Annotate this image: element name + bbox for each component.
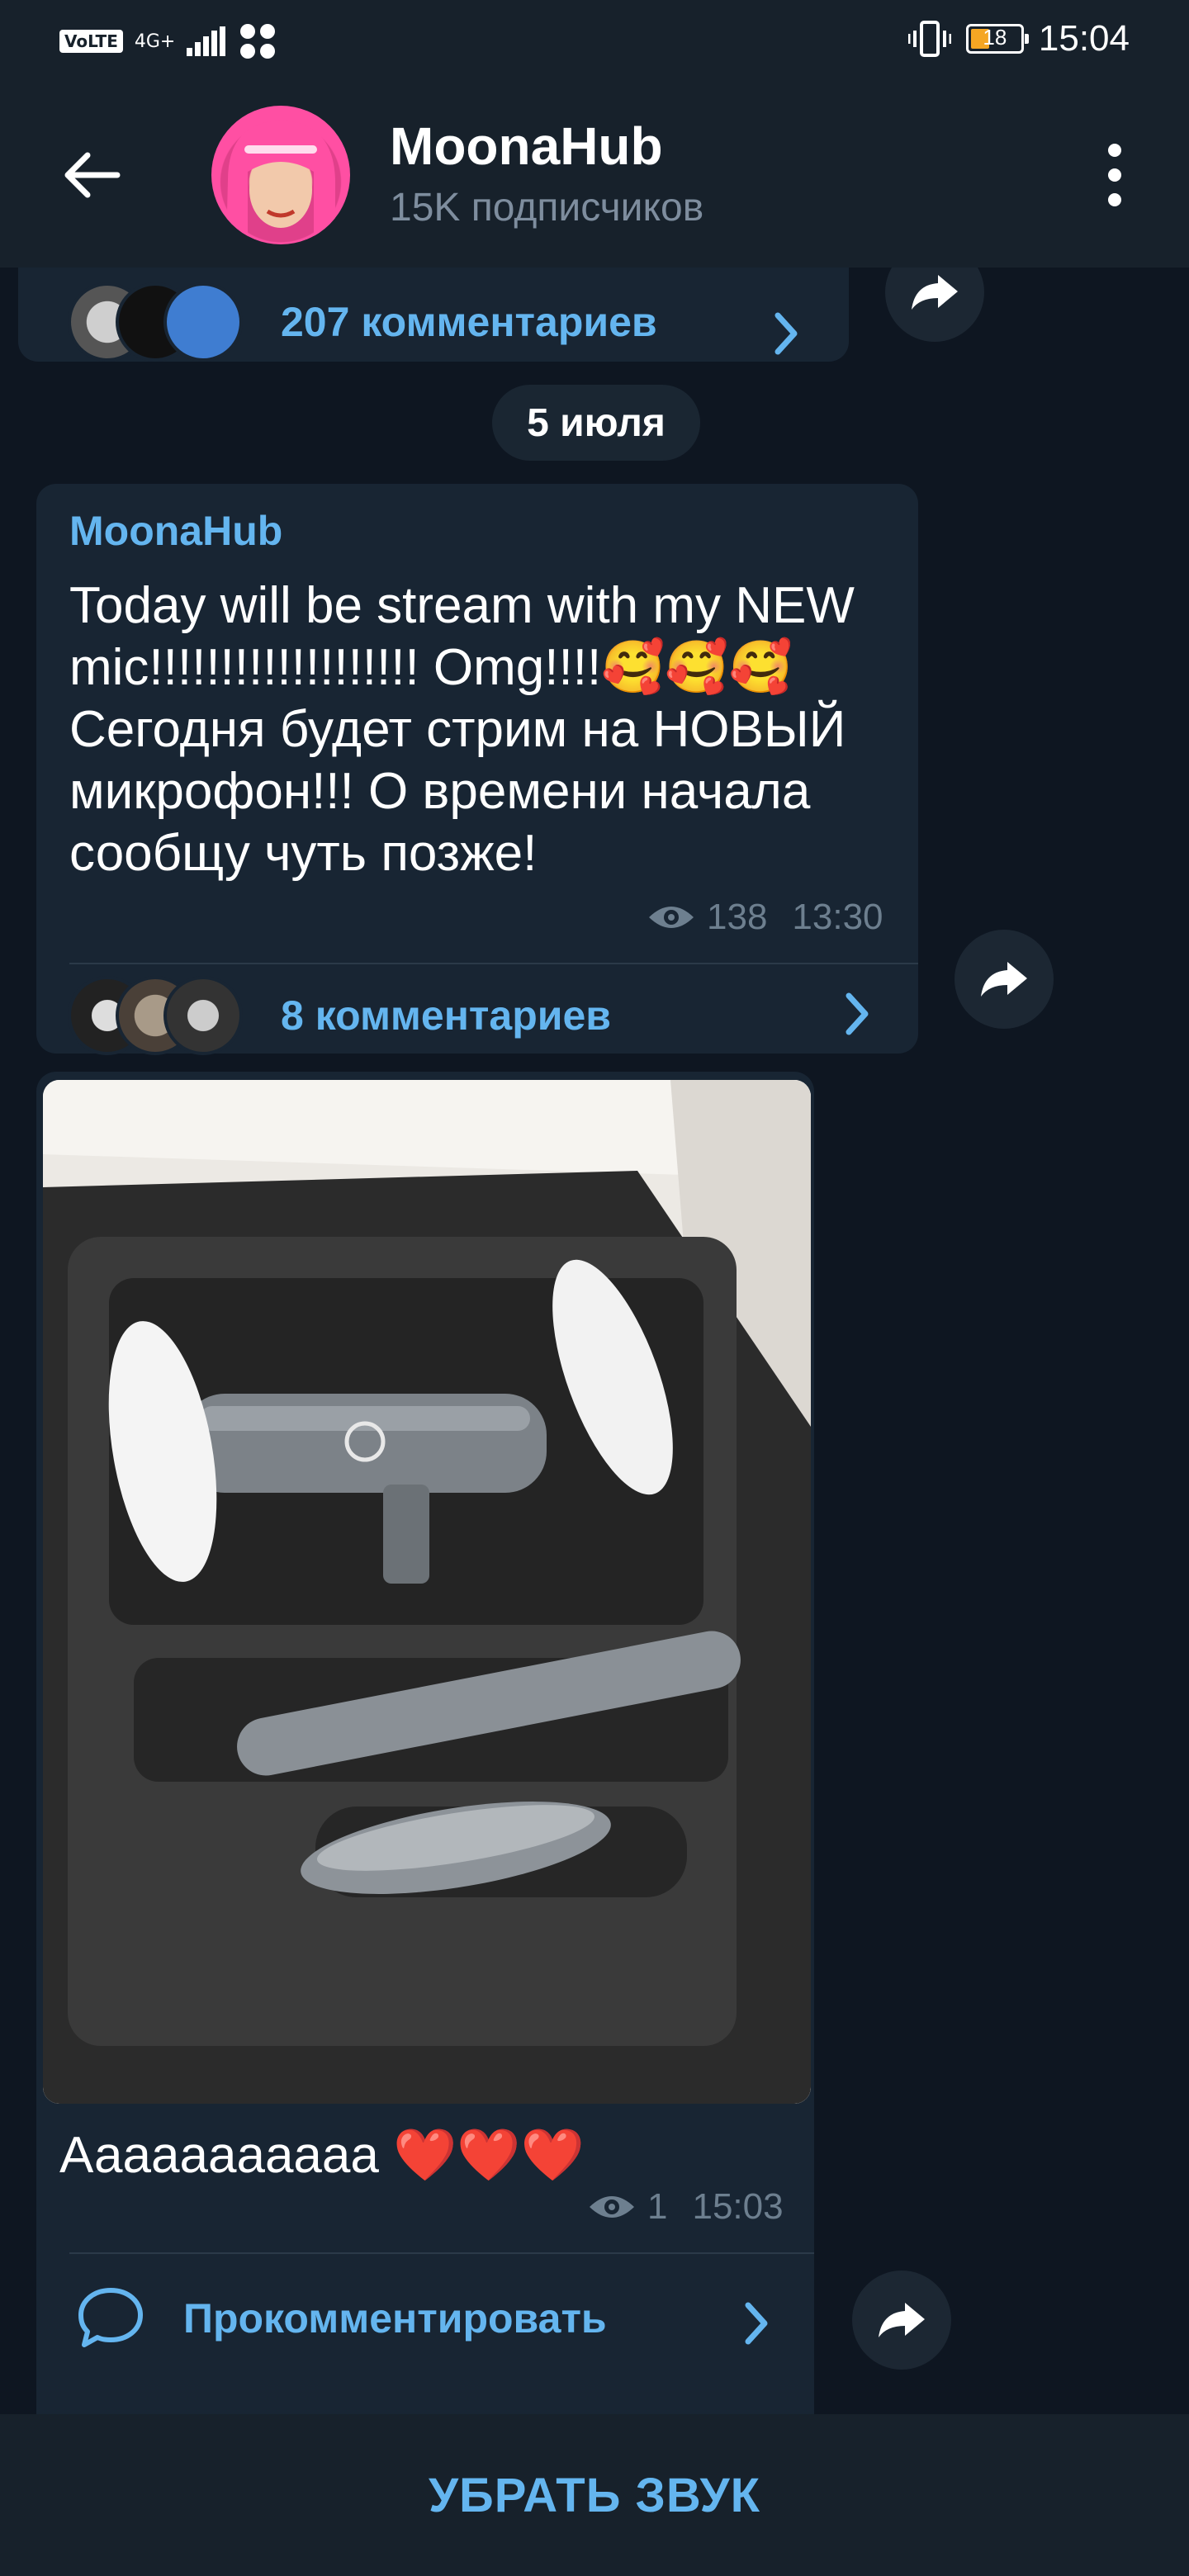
chevron-right-icon[interactable] bbox=[740, 2299, 773, 2348]
channel-avatar[interactable] bbox=[211, 106, 350, 244]
chevron-right-icon[interactable] bbox=[770, 309, 803, 358]
comments-row[interactable]: 8 комментариев bbox=[68, 976, 611, 1055]
share-icon bbox=[879, 2303, 925, 2337]
volte-badge: VoLTE bbox=[59, 30, 123, 53]
post-time: 15:03 bbox=[692, 2186, 784, 2227]
post-text: Today will be stream with my NEW mic!!!!… bbox=[69, 577, 855, 882]
comment-bubble-icon bbox=[78, 2288, 143, 2347]
post-photo[interactable] bbox=[43, 1080, 811, 2104]
post-caption: Ааааааааааа ❤️❤️❤️ bbox=[59, 2127, 585, 2184]
views-count: 138 bbox=[707, 897, 768, 937]
divider bbox=[69, 2252, 814, 2254]
more-menu-button[interactable] bbox=[1098, 144, 1131, 206]
post-author[interactable]: MoonaHub bbox=[69, 507, 282, 555]
comments-count-label: 8 комментариев bbox=[281, 992, 612, 1039]
battery-level: 18 bbox=[983, 25, 1007, 50]
commenter-avatars bbox=[68, 282, 243, 362]
avatar bbox=[163, 282, 243, 362]
network-label: 4G+ bbox=[134, 31, 176, 52]
back-arrow-icon bbox=[64, 152, 121, 198]
share-button[interactable] bbox=[885, 268, 984, 342]
post-bubble[interactable]: 207 комментариев bbox=[18, 268, 849, 362]
vibrate-icon bbox=[907, 21, 951, 57]
share-icon bbox=[981, 962, 1027, 997]
post-meta: 138 13:30 bbox=[647, 897, 883, 938]
leave-comment-row[interactable]: Прокомментировать bbox=[76, 2285, 607, 2351]
status-bar: VoLTE 4G+ 18 15:04 bbox=[0, 0, 1189, 83]
comments-row[interactable]: 207 комментариев bbox=[68, 282, 657, 362]
views-count: 1 bbox=[647, 2186, 668, 2227]
channel-title[interactable]: MoonaHub bbox=[390, 116, 663, 177]
eye-icon bbox=[649, 907, 694, 928]
chat-header: MoonaHub 15K подписчиков bbox=[0, 83, 1189, 268]
more-vert-icon bbox=[1108, 144, 1121, 157]
share-button[interactable] bbox=[852, 2271, 951, 2370]
share-icon bbox=[912, 275, 958, 310]
back-button[interactable] bbox=[58, 142, 124, 208]
post-meta: 1 15:03 bbox=[588, 2186, 784, 2228]
channel-subscribers: 15K подписчиков bbox=[390, 186, 704, 230]
status-left: VoLTE 4G+ bbox=[59, 21, 277, 61]
commenter-avatars bbox=[68, 976, 243, 1055]
mute-button[interactable]: УБРАТЬ ЗВУК bbox=[429, 2468, 760, 2523]
battery-icon: 18 bbox=[965, 24, 1029, 54]
status-time: 15:04 bbox=[1038, 18, 1130, 59]
message-list[interactable]: 207 комментариев 5 июля MoonaHub Today w… bbox=[0, 268, 1189, 2414]
leave-comment-label: Прокомментировать bbox=[183, 2295, 607, 2342]
comments-count-label: 207 комментариев bbox=[281, 299, 657, 345]
status-right: 18 15:04 bbox=[907, 18, 1130, 59]
avatar bbox=[163, 976, 243, 1055]
avatar-face bbox=[226, 121, 335, 244]
share-button[interactable] bbox=[955, 930, 1054, 1029]
post-time: 13:30 bbox=[792, 897, 883, 937]
eye-icon bbox=[590, 2196, 634, 2218]
divider bbox=[69, 963, 918, 964]
microphone-box-photo bbox=[43, 1080, 811, 2104]
post-bubble[interactable]: MoonaHub Today will be stream with my NE… bbox=[36, 484, 918, 1055]
chevron-right-icon[interactable] bbox=[841, 989, 874, 1039]
app-dots-icon bbox=[240, 24, 276, 59]
bottom-bar: УБРАТЬ ЗВУК bbox=[0, 2414, 1189, 2576]
date-separator: 5 июля bbox=[492, 385, 700, 461]
signal-icon bbox=[187, 26, 226, 56]
